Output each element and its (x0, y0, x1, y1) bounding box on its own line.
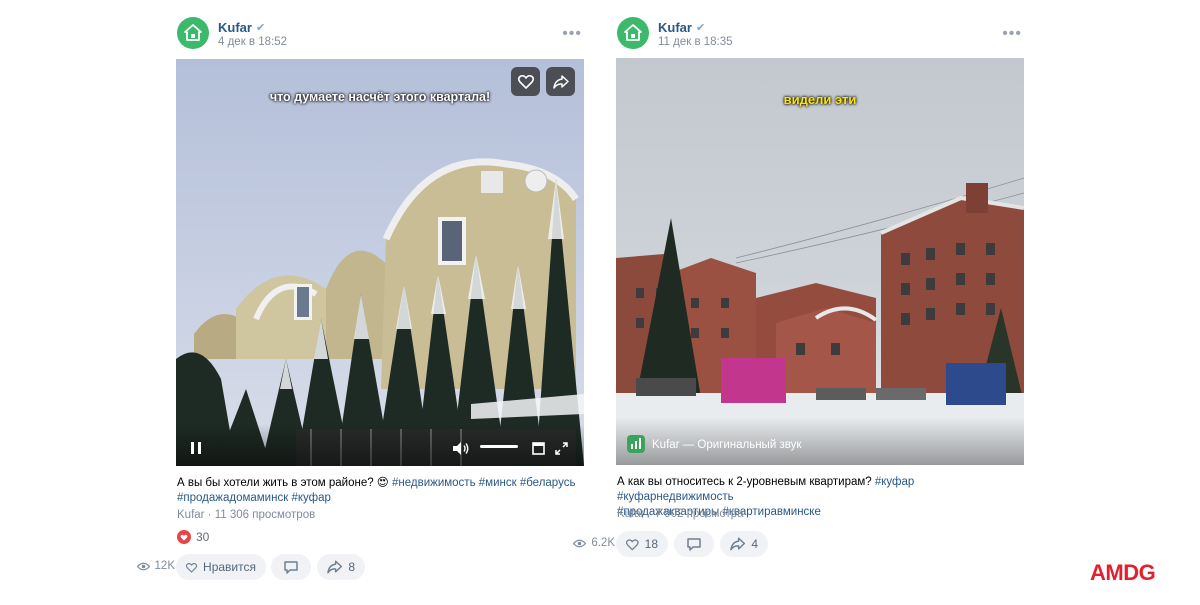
author-label: Kufar (658, 20, 692, 35)
heart-icon (517, 74, 534, 89)
verified-check-icon: ✔ (255, 22, 266, 34)
post-header: Kufar ✔ 4 дек в 18:52 ••• (176, 17, 584, 51)
like-button[interactable]: Нравится (176, 554, 266, 580)
video-frame (616, 177, 1024, 465)
post-card: Kufar ✔ 11 дек в 18:35 ••• видели эти Ku… (573, 0, 1024, 605)
heart-outline-icon (186, 562, 198, 573)
post-date[interactable]: 4 дек в 18:52 (218, 36, 287, 48)
share-button[interactable]: 8 (317, 554, 365, 580)
shares-count: 8 (348, 560, 355, 574)
favorite-button[interactable] (511, 67, 540, 96)
miniplayer-button[interactable] (531, 441, 545, 455)
hashtag[interactable]: #куфар (291, 492, 330, 504)
reaction-summary[interactable]: 30 (177, 530, 209, 544)
volume-button[interactable] (452, 441, 470, 455)
comment-icon (284, 560, 298, 574)
share-icon (552, 74, 569, 89)
views-short: 6.2K (591, 537, 615, 549)
more-options-icon[interactable]: ••• (562, 25, 582, 43)
post-text: А вы бы хотели жить в этом районе? 😍 #не… (177, 476, 577, 506)
music-bars-icon (627, 435, 645, 453)
sound-attribution[interactable]: Kufar — Оригинальный звук (616, 417, 1024, 465)
views-line: Kufar · 11 306 просмотров (177, 509, 316, 521)
miniplayer-icon (531, 441, 545, 455)
video-player[interactable]: видели эти Kufar — Оригинальный звук (616, 58, 1024, 465)
pause-button[interactable] (189, 441, 203, 455)
post-card: Kufar ✔ 4 дек в 18:52 ••• что думаете на… (136, 0, 584, 605)
post-date[interactable]: 11 дек в 18:35 (658, 36, 733, 48)
fullscreen-icon (554, 441, 568, 455)
volume-icon (452, 441, 468, 455)
views-counter: 6.2K (573, 537, 615, 549)
views-line: Kufar · 7 902 просмотра (617, 508, 744, 520)
eye-icon (136, 562, 150, 570)
house-logo-icon (184, 24, 202, 41)
share-icon (327, 560, 343, 574)
author-name[interactable]: Kufar ✔ (218, 20, 265, 35)
video-controls (176, 424, 584, 466)
views-short: 12K (154, 560, 175, 572)
author-label: Kufar (218, 20, 252, 35)
more-options-icon[interactable]: ••• (1002, 25, 1022, 43)
shares-count: 4 (751, 537, 758, 551)
like-button[interactable]: 18 (616, 531, 668, 557)
hashtag[interactable]: #недвижимость (392, 477, 476, 489)
hashtag[interactable]: #куфарнедвижимость (617, 491, 734, 503)
hashtag[interactable]: #продажадомаминск (177, 492, 288, 504)
post-text-body: А как вы относитесь к 2-уровневым кварти… (617, 476, 875, 488)
post-header: Kufar ✔ 11 дек в 18:35 ••• (616, 17, 1024, 51)
like-label: Нравится (203, 560, 256, 574)
likes-count: 18 (644, 537, 658, 551)
share-button[interactable]: 4 (720, 531, 768, 557)
verified-check-icon: ✔ (695, 22, 706, 34)
pause-icon (191, 442, 201, 454)
author-name[interactable]: Kufar ✔ (658, 20, 705, 35)
share-video-button[interactable] (546, 67, 575, 96)
comment-icon (687, 537, 701, 551)
volume-slider[interactable] (480, 445, 518, 448)
fullscreen-button[interactable] (554, 441, 568, 455)
sound-label: Kufar — Оригинальный звук (652, 439, 802, 451)
hashtag[interactable]: #минск (479, 477, 517, 489)
video-player[interactable]: что думаете насчёт этого квартала! (176, 59, 584, 466)
avatar[interactable] (617, 17, 649, 49)
views-counter: 12K (136, 560, 175, 572)
reactions-count: 30 (196, 530, 210, 544)
avatar[interactable] (177, 17, 209, 49)
eye-icon (573, 539, 587, 547)
hashtag[interactable]: #беларусь (520, 477, 576, 489)
brand-logo: AMDG (1090, 560, 1156, 585)
hashtag[interactable]: #куфар (875, 476, 914, 488)
video-frame (176, 158, 584, 466)
share-icon (730, 537, 746, 551)
comment-button[interactable] (271, 554, 311, 580)
house-logo-icon (624, 24, 642, 41)
heart-outline-icon (626, 538, 639, 550)
comment-button[interactable] (674, 531, 714, 557)
video-overlay-caption: видели эти (783, 92, 857, 107)
post-text-body: А вы бы хотели жить в этом районе? 😍 (177, 477, 392, 489)
heart-reaction-icon (177, 530, 191, 544)
